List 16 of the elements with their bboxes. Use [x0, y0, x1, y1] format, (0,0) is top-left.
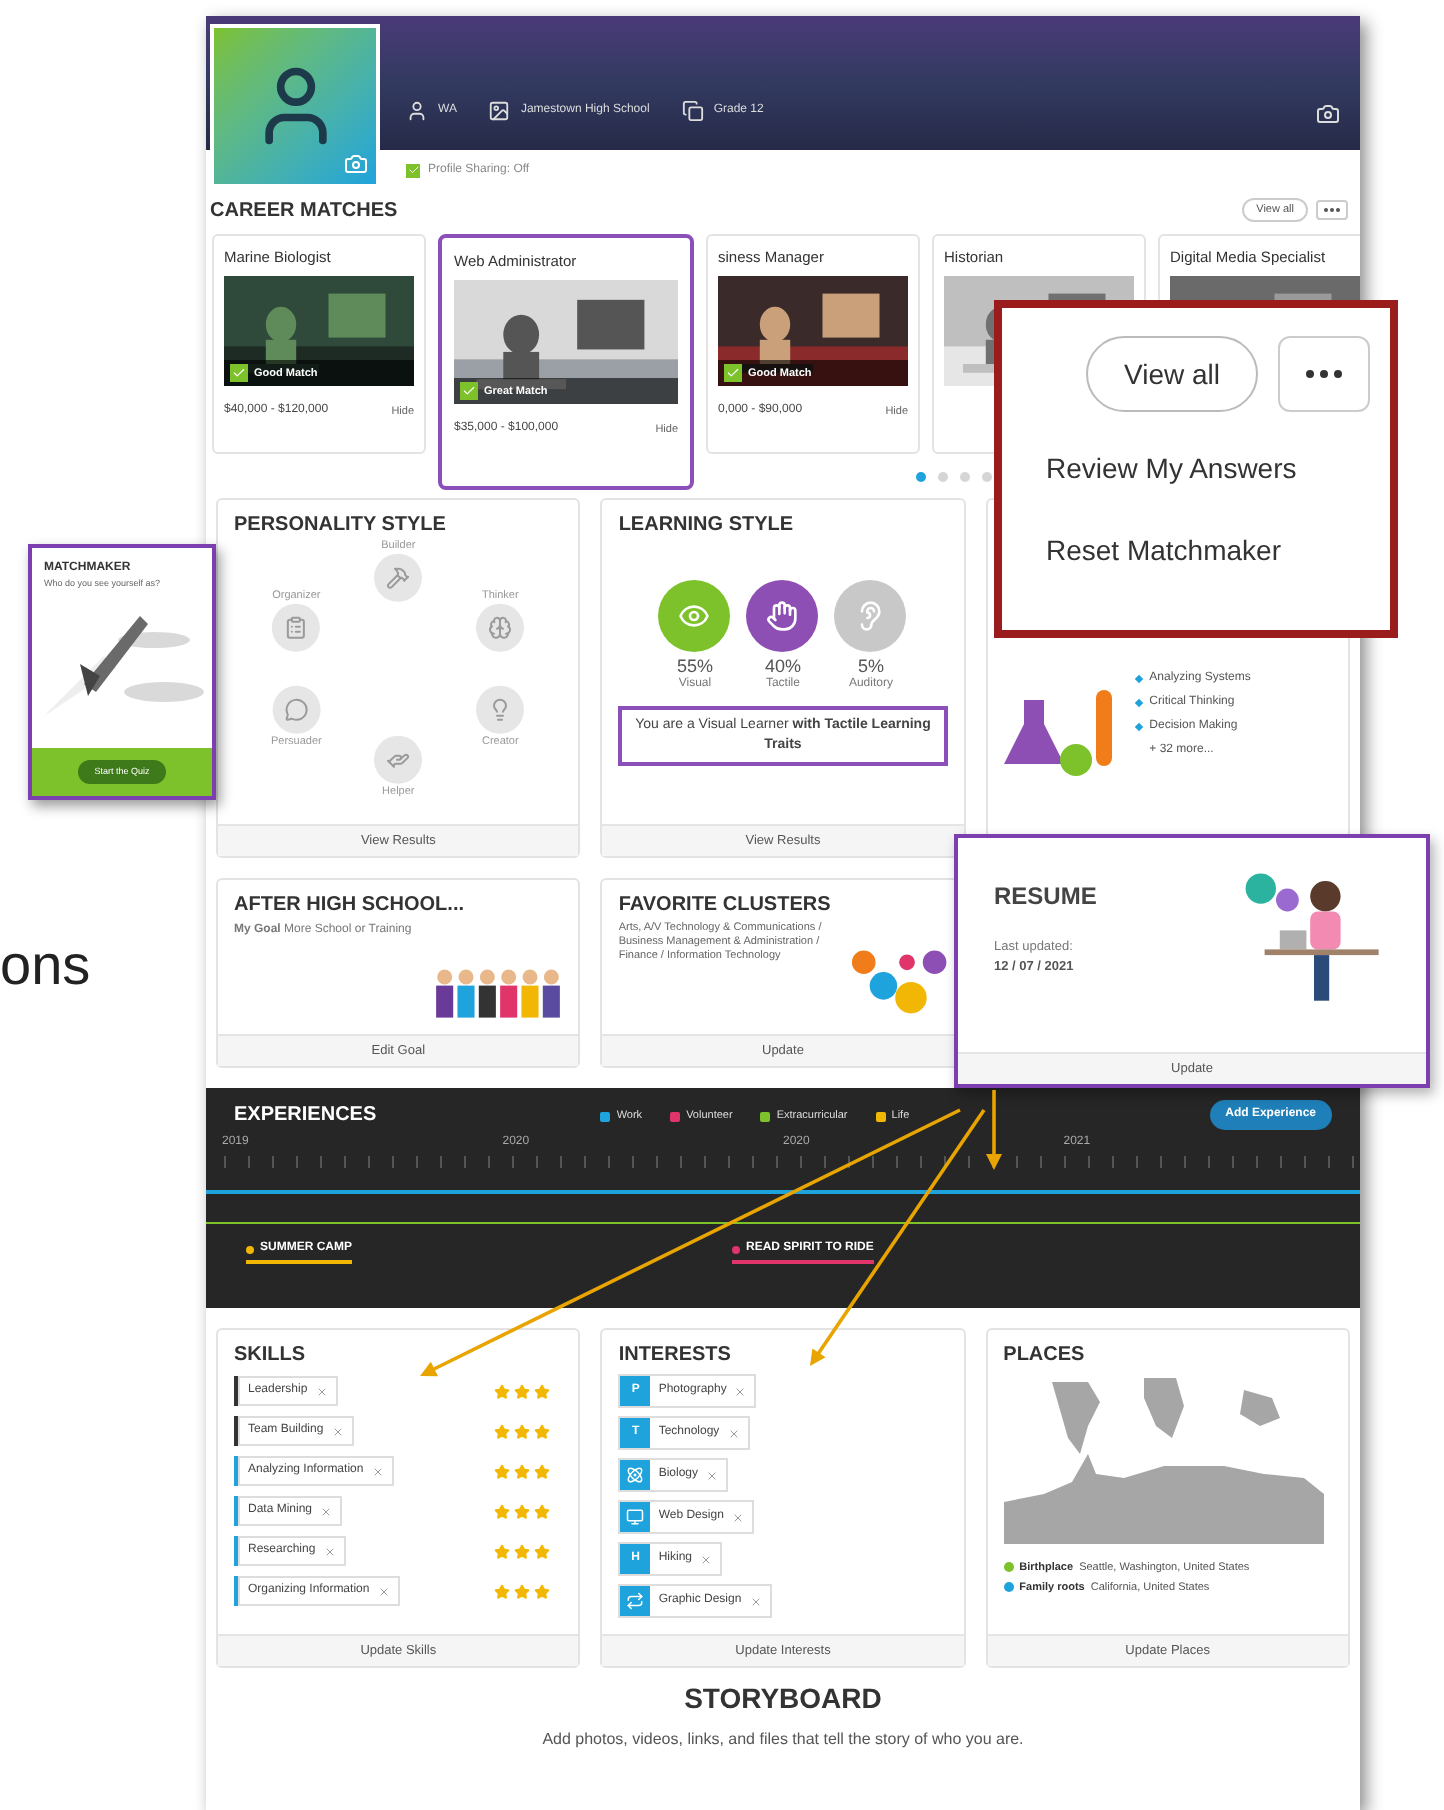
percent-value: 5% — [857, 658, 884, 676]
card-title: SKILLS — [234, 1346, 308, 1366]
slide-text: ons — [0, 932, 91, 1000]
storyboard-title: STORYBOARD — [684, 1680, 882, 1718]
storyboard-text: Add photos, videos, links, and files that tell the story of who you are. — [542, 1728, 1024, 1752]
percent-value: 40% — [764, 658, 801, 676]
card-title: INTERESTS — [618, 1346, 733, 1366]
percent-value: 55% — [676, 658, 713, 676]
section-title: EXPERIENCES — [234, 1102, 377, 1130]
card-title: FAVORITE CLUSTERS — [618, 896, 833, 916]
section-title: CAREER MATCHES — [210, 197, 398, 225]
card-title: LEARNING STYLE — [618, 516, 796, 536]
card-title: PERSONALITY STYLE — [234, 516, 448, 536]
card-title: PLACES — [1003, 1346, 1087, 1366]
card-title: AFTER HIGH SCHOOL... — [234, 896, 466, 916]
resume-title: RESUME — [994, 880, 1097, 914]
